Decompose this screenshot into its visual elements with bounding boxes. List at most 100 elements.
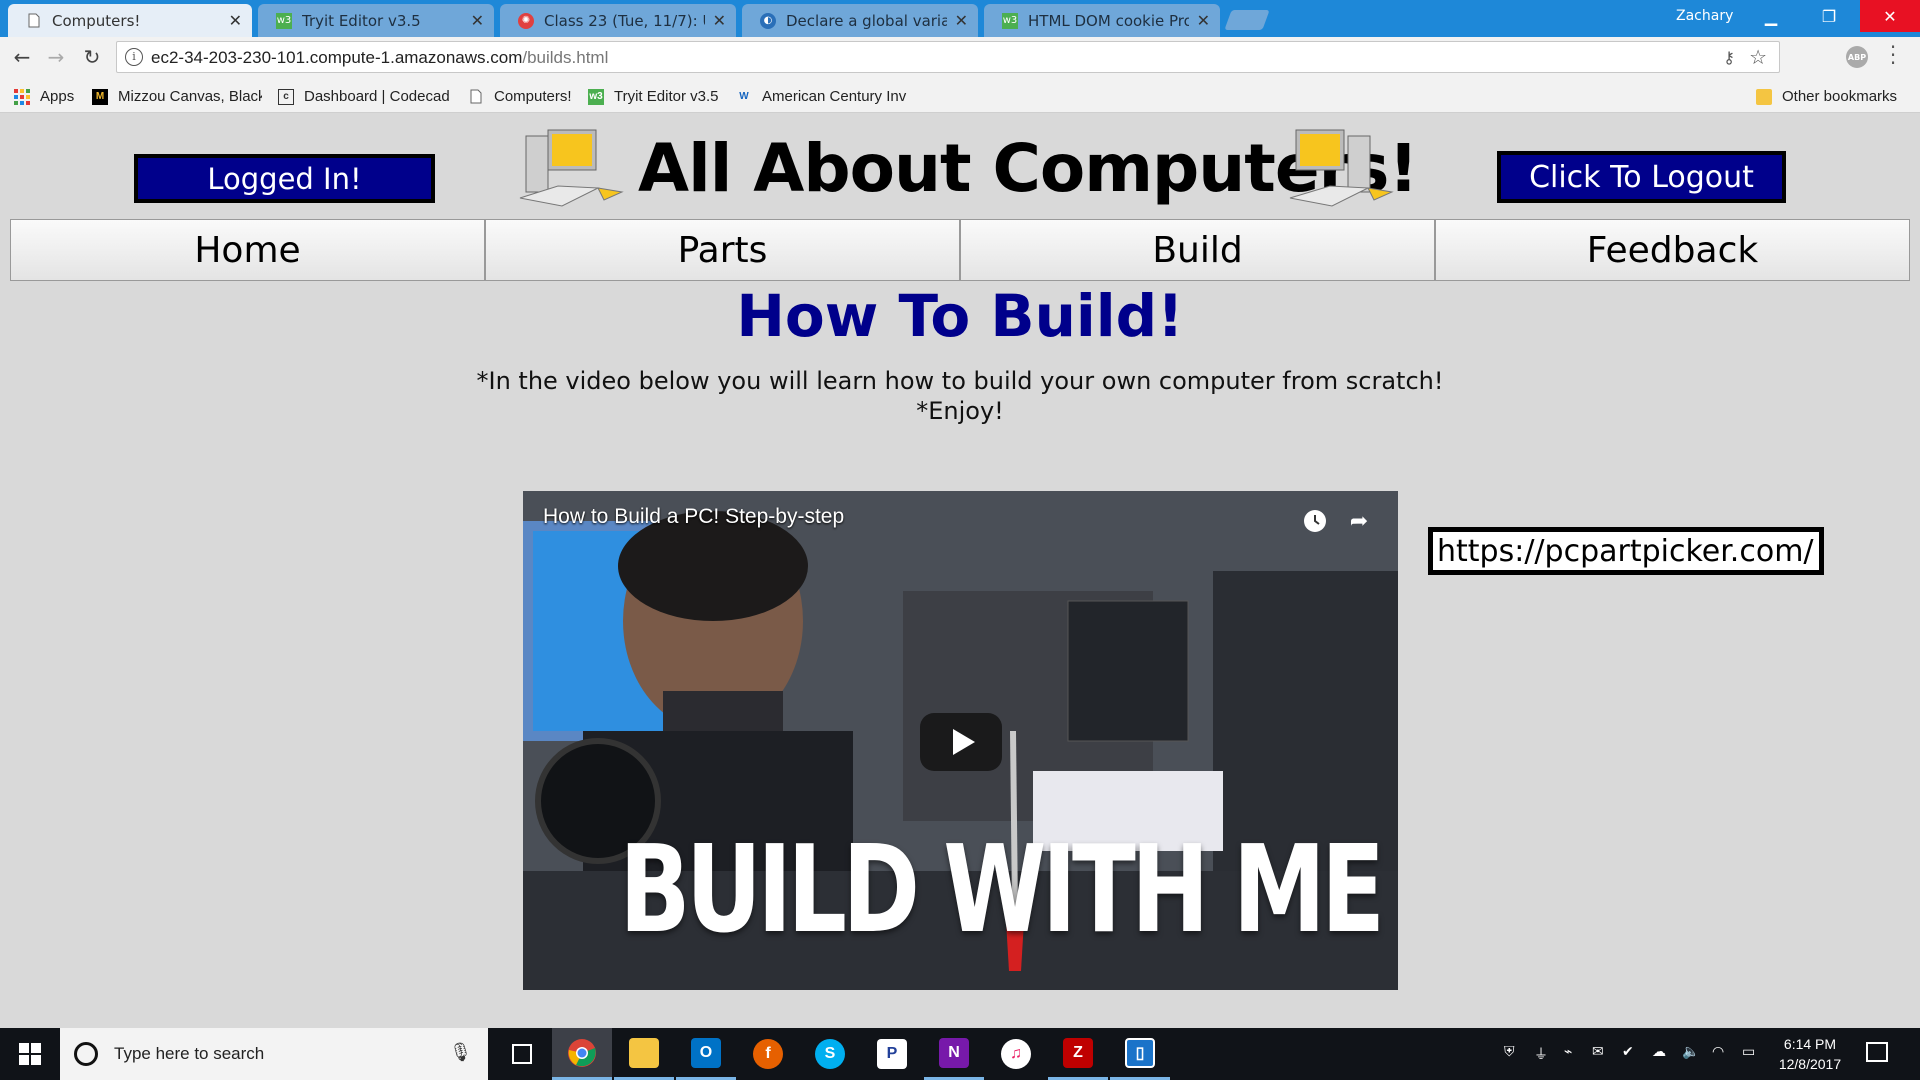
intro-line: *In the video below you will learn how t… [476,367,1444,395]
microphone-icon[interactable]: 🎙 [449,1042,472,1063]
bookmark-label: Tryit Editor v3.5 [614,88,719,105]
bookmark-label: Computers! [494,88,572,105]
watch-later-icon[interactable] [1301,507,1329,535]
search-placeholder: Type here to search [114,1044,265,1063]
video-overlay-text: BUILD WITH ME [619,821,1385,960]
onenote-icon[interactable]: N [924,1028,984,1080]
tab-label: Declare a global variable [786,11,947,30]
volume-icon[interactable]: 🔈 [1682,1044,1699,1060]
pandora-icon[interactable]: P [862,1028,922,1080]
codecademy-icon: c [278,88,294,105]
tab-label: Class 23 (Tue, 11/7): User [544,11,705,30]
bookmark-mizzou[interactable]: M Mizzou Canvas, Black [92,88,262,105]
itunes-icon[interactable]: ♫ [986,1028,1046,1080]
usb-icon[interactable]: ⏚ [1534,1044,1548,1064]
task-view-icon[interactable] [492,1028,552,1080]
bookmark-apps[interactable]: Apps [14,88,74,105]
bookmark-american-century[interactable]: W American Century Inv [736,88,908,105]
menu-icon[interactable]: · · · [1888,37,1898,73]
bookmark-label: Other bookmarks [1782,88,1898,105]
action-center-icon[interactable] [1866,1042,1888,1062]
info-icon[interactable]: i [125,48,143,66]
url-text[interactable]: ec2-34-203-230-101.compute-1.amazonaws.c… [151,48,608,68]
system-clock[interactable]: 6:14 PM 12/8/2017 [1768,1034,1852,1074]
outlook-icon[interactable]: O [676,1028,736,1080]
windows-start-icon[interactable] [0,1028,60,1080]
logout-button[interactable]: Click To Logout [1497,151,1786,203]
star-icon[interactable]: ☆ [1749,45,1767,69]
battery-icon[interactable]: ▭ [1742,1044,1755,1060]
page-heading: How To Build! [736,282,1184,350]
nav-build[interactable]: Build [960,219,1435,281]
play-button[interactable] [920,713,1002,771]
back-arrow-icon[interactable]: ← [10,45,34,69]
bookmark-label: Mizzou Canvas, Black [118,88,262,105]
taskbar: Type here to search 🎙 O f S P N ♫ Z ▯ ⛨ … [0,1028,1920,1080]
share-icon[interactable]: ➦ [1345,507,1373,535]
new-tab-button[interactable] [1224,10,1270,30]
firefox-icon[interactable]: f [738,1028,798,1080]
apps-grid-icon [14,88,30,105]
bookmark-codecademy[interactable]: c Dashboard | Codecad [278,88,450,105]
nav-home[interactable]: Home [10,219,485,281]
restore-icon[interactable]: ❐ [1806,0,1852,32]
shield-icon[interactable]: ⛨ [1504,1044,1515,1060]
app-window-icon[interactable]: ▯ [1110,1028,1170,1080]
tab-dom-cookie[interactable]: w3 HTML DOM cookie Prop ✕ [984,4,1220,37]
adblock-icon[interactable]: ABP [1846,46,1868,68]
clock-time: 6:14 PM [1783,1036,1837,1052]
site-nav: Home Parts Build Feedback [10,219,1910,281]
file-explorer-icon[interactable] [614,1028,674,1080]
minimize-icon[interactable]: ▁ [1748,0,1794,32]
key-icon[interactable]: ⚷ [1723,48,1735,67]
tab-class23[interactable]: ✺ Class 23 (Tue, 11/7): User ✕ [500,4,736,37]
bookmark-tryit[interactable]: w3 Tryit Editor v3.5 [588,88,718,105]
video-player[interactable]: How to Build a PC! Step-by-step ➦ BUILD … [523,491,1398,990]
filezilla-icon[interactable]: Z [1048,1028,1108,1080]
onedrive-icon[interactable]: ☁ [1652,1044,1666,1060]
address-bar[interactable]: i ec2-34-203-230-101.compute-1.amazonaws… [116,41,1780,73]
browser-toolbar: ← → ↻ i ec2-34-203-230-101.compute-1.ama… [0,37,1920,79]
bookmark-other[interactable]: Other bookmarks [1756,88,1897,105]
american-century-icon: W [739,91,749,102]
browser-titlebar: Computers! ✕ w3 Tryit Editor v3.5 ✕ ✺ Cl… [0,0,1920,37]
pcpartpicker-link[interactable]: https://pcpartpicker.com/ [1428,527,1824,575]
close-icon[interactable]: ✕ [471,11,484,30]
bookmark-label: Apps [40,88,75,105]
bookmark-computers[interactable]: Computers! [468,88,572,105]
class-icon: ✺ [518,12,534,29]
web-page: Logged In! All About Computers! Click To… [0,114,1920,1028]
profile-name[interactable]: Zachary [1676,8,1733,24]
reload-icon[interactable]: ↻ [80,45,104,69]
nav-feedback[interactable]: Feedback [1435,219,1910,281]
play-icon [952,729,975,755]
taskbar-search[interactable]: Type here to search 🎙 [60,1028,488,1080]
tab-declare-global[interactable]: ◐ Declare a global variable ✕ [742,4,978,37]
chrome-icon[interactable] [552,1028,612,1080]
sync-icon[interactable]: ✔ [1622,1044,1634,1060]
bookmark-label: Dashboard | Codecad [304,88,450,105]
globe-icon: ◐ [760,12,776,29]
bookmarks-bar: Apps M Mizzou Canvas, Black c Dashboard … [0,79,1920,113]
cortana-icon[interactable] [74,1042,98,1066]
tab-label: Computers! [52,11,141,30]
video-title[interactable]: How to Build a PC! Step-by-step [543,505,844,529]
computer-icon [519,129,624,207]
computer-icon [1289,129,1394,207]
tab-tryit[interactable]: w3 Tryit Editor v3.5 ✕ [258,4,494,37]
forward-arrow-icon[interactable]: → [44,45,68,69]
close-icon[interactable]: ✕ [1197,11,1210,30]
wifi-icon[interactable]: ◠ [1712,1044,1724,1060]
close-icon[interactable]: ✕ [713,11,726,30]
skype-icon[interactable]: S [800,1028,860,1080]
close-icon[interactable]: ✕ [955,11,968,30]
nav-parts[interactable]: Parts [485,219,960,281]
window-close-icon[interactable]: ✕ [1860,0,1920,32]
close-icon[interactable]: ✕ [229,11,242,30]
outlook-tray-icon[interactable]: ✉ [1592,1044,1604,1060]
page-icon [26,13,42,29]
tab-computers[interactable]: Computers! ✕ [8,4,252,37]
bookmark-label: American Century Inv [762,88,907,105]
network-status-icon[interactable]: ⌁ [1564,1044,1572,1060]
folder-icon [1756,88,1772,105]
